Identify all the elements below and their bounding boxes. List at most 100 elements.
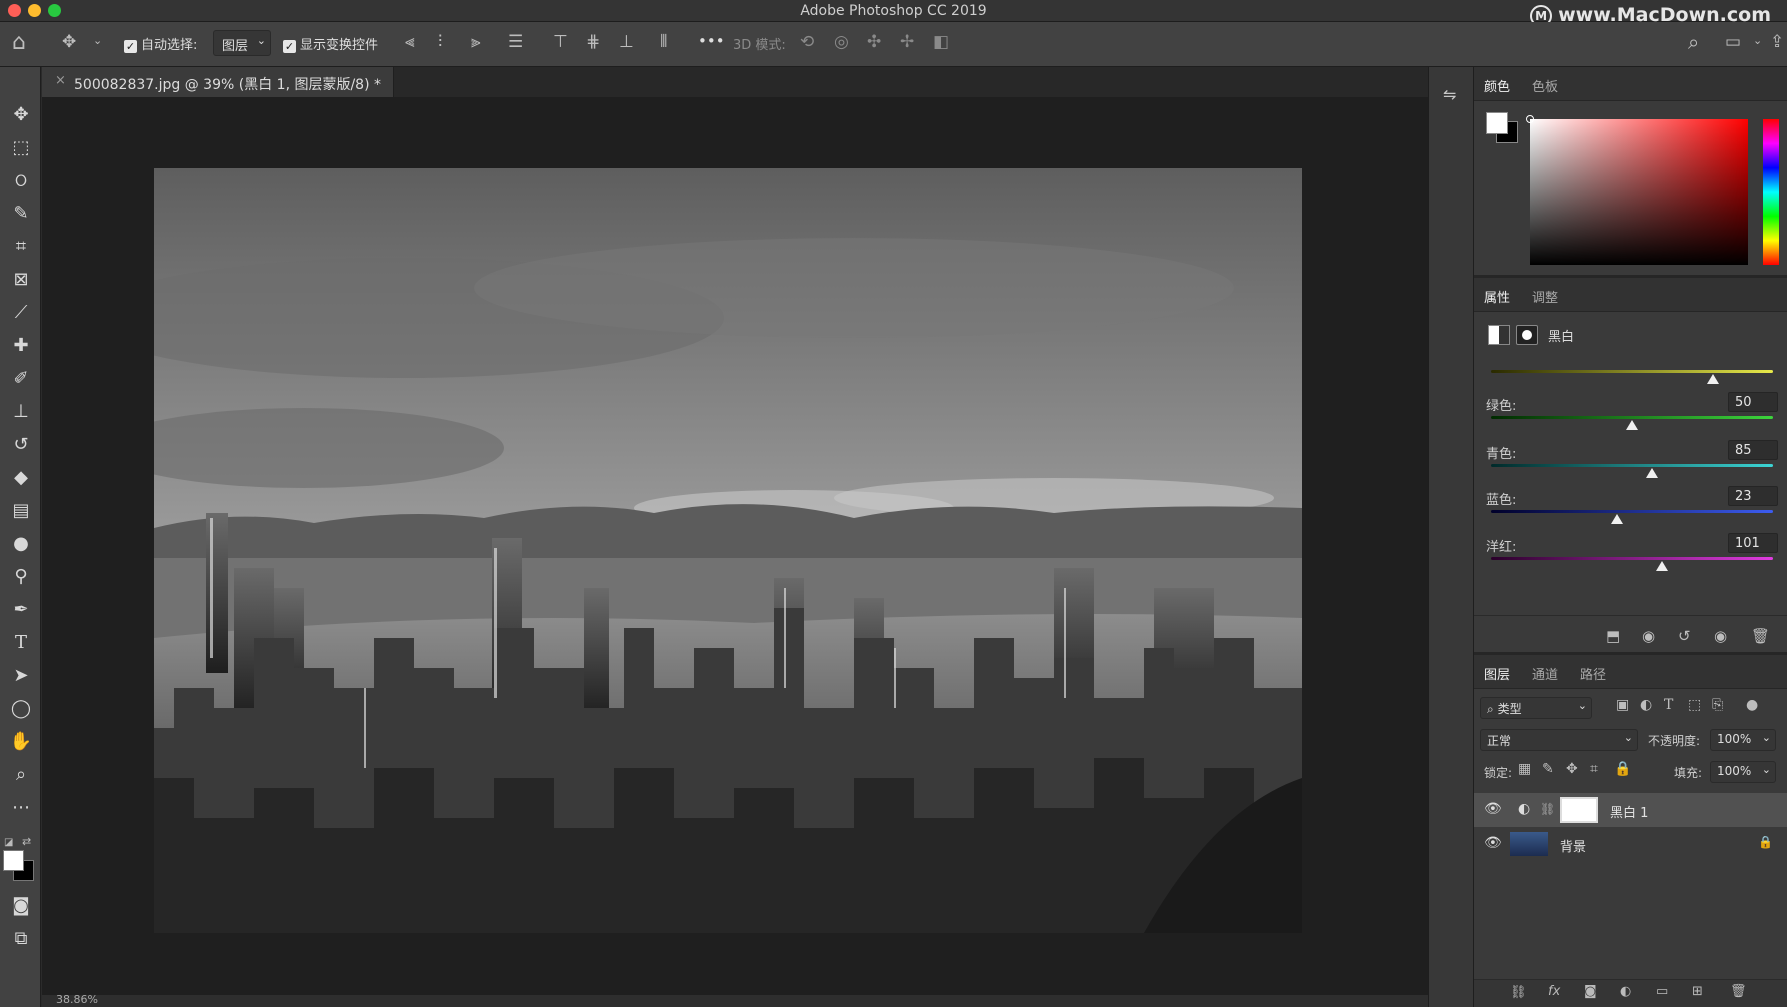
healing-brush-tool-icon[interactable]: ✚: [6, 331, 36, 361]
default-colors-icon[interactable]: ◪: [4, 837, 13, 848]
tab-adjustments[interactable]: 调整: [1532, 287, 1558, 306]
zoom-tool-icon[interactable]: ⌕: [6, 760, 36, 790]
blend-mode-select[interactable]: 正常 ⌄: [1480, 729, 1638, 751]
distribute-vertical-icon[interactable]: ⦀: [660, 32, 667, 52]
hue-slider[interactable]: [1763, 119, 1779, 265]
clip-to-layer-icon[interactable]: ⬒: [1606, 627, 1620, 645]
3d-slide-icon[interactable]: ✢: [900, 32, 914, 52]
gradient-tool-icon[interactable]: ▤: [6, 496, 36, 526]
layer-filter-select[interactable]: ⌕ 类型 ⌄: [1480, 697, 1592, 719]
path-selection-tool-icon[interactable]: ➤: [6, 661, 36, 691]
green-slider-thumb[interactable]: [1626, 420, 1638, 430]
view-previous-state-icon[interactable]: ◉: [1642, 627, 1655, 645]
blue-slider-thumb[interactable]: [1611, 514, 1623, 524]
crop-tool-icon[interactable]: ⌗: [6, 232, 36, 262]
3d-orbit-icon[interactable]: ⟲: [800, 32, 814, 52]
history-brush-tool-icon[interactable]: ↺: [6, 430, 36, 460]
move-tool-icon[interactable]: ✥: [6, 100, 36, 130]
frame-tool-icon[interactable]: ⊠: [6, 265, 36, 295]
mask-icon[interactable]: [1516, 325, 1538, 345]
dodge-tool-icon[interactable]: ⚲: [6, 562, 36, 592]
green-slider-track[interactable]: [1491, 416, 1773, 419]
fill-input[interactable]: 100% ⌄: [1710, 761, 1776, 783]
document-tab[interactable]: × 500082837.jpg @ 39% (黑白 1, 图层蒙版/8) *: [42, 67, 394, 97]
foreground-color-chip[interactable]: [1486, 112, 1508, 134]
3d-camera-icon[interactable]: ◧: [933, 32, 949, 52]
toggle-visibility-icon[interactable]: ◉: [1714, 627, 1727, 645]
color-picker-marker[interactable]: [1526, 115, 1534, 123]
green-value-input[interactable]: 50: [1728, 392, 1778, 412]
yellow-slider-thumb[interactable]: [1707, 374, 1719, 384]
layer-row-black-white[interactable]: 👁 ◐ ⛓ 黑白 1: [1474, 793, 1787, 827]
tab-swatches[interactable]: 色板: [1532, 76, 1558, 95]
hand-tool-icon[interactable]: ✋: [6, 727, 36, 757]
quick-selection-tool-icon[interactable]: ✎: [6, 199, 36, 229]
distribute-icon[interactable]: ☰: [508, 32, 523, 52]
new-adjustment-icon[interactable]: ◐: [1620, 984, 1631, 999]
link-layers-icon[interactable]: ⛓: [1510, 985, 1527, 1000]
eye-icon[interactable]: 👁: [1484, 835, 1502, 851]
3d-pan-icon[interactable]: ✣: [867, 32, 881, 52]
align-right-icon[interactable]: ⫸: [471, 32, 481, 52]
layer-mask-thumbnail[interactable]: [1560, 797, 1598, 823]
lasso-tool-icon[interactable]: ଠ: [6, 166, 36, 196]
color-field[interactable]: [1530, 119, 1748, 265]
tab-paths[interactable]: 路径: [1580, 664, 1606, 683]
filter-adjustment-layers-icon[interactable]: ◐: [1640, 697, 1652, 713]
auto-select-checkbox[interactable]: ✓ 自动选择:: [124, 34, 197, 53]
adjustment-layer-icon[interactable]: [1488, 325, 1510, 345]
eyedropper-tool-icon[interactable]: ⟋: [6, 298, 36, 328]
cyan-value-input[interactable]: 85: [1728, 440, 1778, 460]
blue-slider-track[interactable]: [1491, 510, 1773, 513]
filter-shape-layers-icon[interactable]: ⬚: [1688, 697, 1701, 713]
magenta-value-input[interactable]: 101: [1728, 533, 1778, 553]
pen-tool-icon[interactable]: ✒: [6, 595, 36, 625]
align-horizontal-center-icon[interactable]: ⫶: [438, 32, 442, 52]
tab-channels[interactable]: 通道: [1532, 664, 1558, 683]
new-group-icon[interactable]: ▭: [1656, 984, 1668, 999]
add-mask-icon[interactable]: ◙: [1584, 984, 1597, 999]
align-left-icon[interactable]: ⫷: [405, 32, 415, 52]
more-options-button[interactable]: •••: [698, 32, 725, 50]
lock-position-icon[interactable]: ✥: [1566, 761, 1578, 777]
canvas-image[interactable]: [154, 168, 1302, 933]
trash-icon[interactable]: 🗑: [1730, 984, 1747, 999]
swap-colors-icon[interactable]: ⇄: [22, 835, 31, 848]
move-tool-preset-icon[interactable]: ✥: [62, 32, 76, 52]
yellow-slider-track[interactable]: [1491, 370, 1773, 373]
reset-adjustment-icon[interactable]: ↺: [1678, 627, 1691, 645]
chevron-down-icon[interactable]: ⌄: [1753, 34, 1762, 47]
zoom-readout[interactable]: 38.86%: [56, 995, 98, 1006]
eye-icon[interactable]: 👁: [1484, 801, 1502, 817]
link-icon[interactable]: ⛓: [1540, 802, 1555, 816]
auto-select-target-select[interactable]: 图层 ⌄: [213, 30, 271, 56]
tab-color[interactable]: 颜色: [1484, 76, 1510, 95]
align-bottom-icon[interactable]: ⊥: [619, 32, 634, 52]
workspace-icon[interactable]: ▭: [1725, 32, 1741, 52]
home-icon[interactable]: ⌂: [12, 30, 26, 55]
opacity-input[interactable]: 100% ⌄: [1710, 729, 1776, 751]
edit-toolbar-icon[interactable]: ⋯: [6, 793, 36, 823]
blur-tool-icon[interactable]: ●: [6, 529, 36, 559]
marquee-tool-icon[interactable]: ⬚: [6, 133, 36, 163]
magenta-slider-track[interactable]: [1491, 557, 1773, 560]
screen-mode-icon[interactable]: ⧉: [6, 924, 36, 954]
cyan-slider-thumb[interactable]: [1646, 468, 1658, 478]
tab-properties[interactable]: 属性: [1484, 287, 1510, 306]
eraser-tool-icon[interactable]: ◆: [6, 463, 36, 493]
layer-row-background[interactable]: 👁 背景 🔒: [1474, 827, 1787, 861]
align-top-icon[interactable]: ⊤: [553, 32, 568, 52]
foreground-color-swatch[interactable]: [3, 850, 24, 871]
chevron-down-icon[interactable]: ⌄: [93, 34, 102, 47]
ellipse-tool-icon[interactable]: ◯: [6, 694, 36, 724]
type-tool-icon[interactable]: T: [6, 628, 36, 658]
lock-image-pixels-icon[interactable]: ✎: [1542, 761, 1554, 777]
share-icon[interactable]: ⇪: [1770, 32, 1784, 52]
search-icon[interactable]: ⌕: [1688, 30, 1699, 54]
fx-icon[interactable]: fx: [1548, 984, 1560, 999]
close-tab-icon[interactable]: ×: [55, 73, 66, 88]
clone-stamp-tool-icon[interactable]: ⊥: [6, 397, 36, 427]
filter-type-layers-icon[interactable]: T: [1664, 697, 1673, 713]
show-transform-checkbox[interactable]: ✓ 显示变换控件: [283, 34, 378, 53]
history-panel-icon[interactable]: ⇋: [1443, 85, 1456, 104]
